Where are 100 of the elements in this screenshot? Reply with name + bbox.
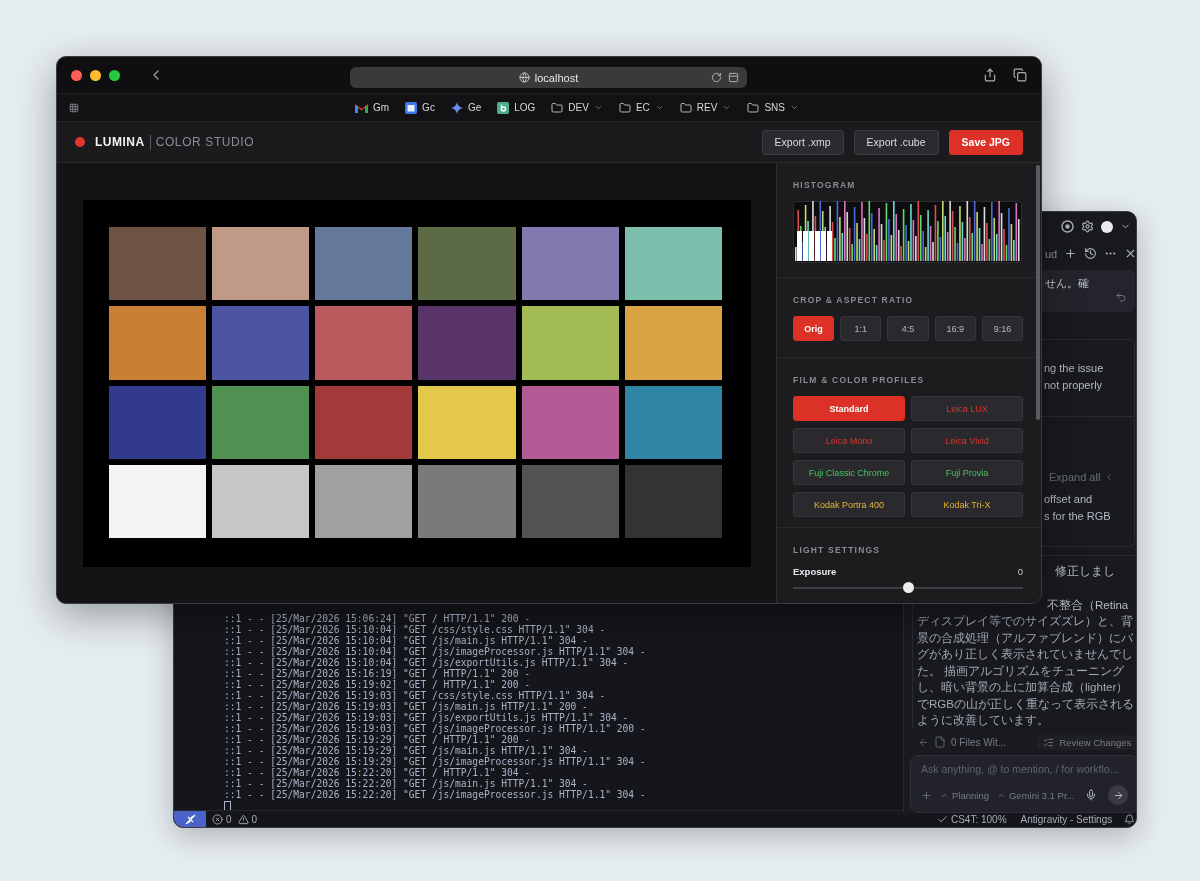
- back-arrow-icon[interactable]: [918, 736, 929, 748]
- scrollbar[interactable]: [1036, 165, 1040, 420]
- terminal-line: ::1 - - [25/Mar/2026 15:19:29] "GET /js/imageProcessor.js HTTP/1.1" 304 -: [224, 756, 646, 767]
- list-icon: [1043, 736, 1055, 748]
- chevron-down-icon: [722, 103, 732, 112]
- reader-icon[interactable]: [728, 72, 739, 83]
- close-window-button[interactable]: [71, 69, 82, 81]
- mode-selector[interactable]: Planning: [940, 789, 989, 801]
- model-selector[interactable]: Gemini 3.1 Pr...: [997, 789, 1075, 801]
- send-button[interactable]: [1108, 785, 1129, 805]
- terminal-line: ::1 - - [25/Mar/2026 15:19:29] "GET /js/main.js HTTP/1.1" 304 -: [224, 745, 588, 756]
- step-text: ng the issue: [1044, 362, 1104, 375]
- address-bar[interactable]: localhost: [350, 67, 747, 88]
- logo-dot: [75, 137, 85, 147]
- mail-icon: [355, 102, 368, 113]
- terminal-line: ::1 - - [25/Mar/2026 15:22:20] "GET /js/main.js HTTP/1.1" 304 -: [224, 778, 588, 789]
- folder-icon: [551, 101, 564, 114]
- brand-subtitle: COLOR STUDIO: [155, 135, 255, 149]
- settings-icon[interactable]: [1081, 220, 1095, 233]
- tab-title[interactable]: ud: [1045, 247, 1058, 260]
- summary-text: offset and: [1044, 493, 1093, 506]
- terminal-line: ::1 - - [25/Mar/2026 15:06:24] "GET / HTTP/1.1" 200 -: [224, 613, 531, 624]
- bell-icon[interactable]: [1124, 813, 1136, 825]
- terminal-line: ::1 - - [25/Mar/2026 15:22:20] "GET /js/imageProcessor.js HTTP/1.1" 304 -: [224, 789, 646, 800]
- reload-icon[interactable]: [711, 72, 722, 83]
- save-button[interactable]: Save JPG: [948, 129, 1023, 155]
- globe-icon: [518, 72, 530, 83]
- undo-icon[interactable]: [1115, 291, 1128, 303]
- plus-icon[interactable]: [1064, 247, 1078, 260]
- crop-option[interactable]: Orig: [793, 316, 835, 341]
- check-icon: [936, 813, 948, 825]
- terminal-line: ::1 - - [25/Mar/2026 15:22:20] "GET / HTTP/1.1" 304 -: [224, 767, 531, 778]
- history-icon[interactable]: [1084, 247, 1098, 260]
- remote-button[interactable]: [174, 811, 206, 827]
- terminal-line: ::1 - - [25/Mar/2026 15:19:03] "GET /css/style.css HTTP/1.1" 304 -: [224, 690, 606, 701]
- folder-icon: [618, 101, 631, 114]
- avatar[interactable]: [1101, 220, 1114, 233]
- terminal-line: ::1 - - [25/Mar/2026 15:10:04] "GET /css/style.css HTTP/1.1" 304 -: [224, 624, 606, 635]
- log-icon: [497, 101, 510, 114]
- expand-all-link[interactable]: Expand all: [1049, 471, 1115, 483]
- crop-option[interactable]: 4:5: [887, 316, 929, 341]
- step-text: not properly: [1044, 379, 1103, 392]
- crop-option[interactable]: 9:16: [981, 316, 1023, 341]
- folder-icon: [747, 101, 760, 114]
- bookmark[interactable]: EC: [618, 101, 664, 114]
- arrow-right-icon: [1112, 789, 1124, 801]
- settings-status[interactable]: Antigravity - Settings: [1020, 813, 1113, 825]
- terminal-line: ::1 - - [25/Mar/2026 15:19:03] "GET /js/main.js HTTP/1.1" 200 -: [224, 701, 588, 712]
- slider-label: Exposure: [793, 566, 837, 577]
- export-button[interactable]: Export .xmp: [761, 129, 844, 155]
- section-title: LIGHT SETTINGS: [793, 545, 882, 555]
- close-icon[interactable]: [1124, 247, 1136, 260]
- bookmark[interactable]: Ge: [450, 101, 482, 114]
- profile-option[interactable]: Kodak Tri-X: [911, 492, 1023, 517]
- calendar-icon: [405, 101, 418, 114]
- profile-option[interactable]: Standard: [793, 396, 905, 421]
- error-count[interactable]: 0: [226, 813, 232, 825]
- terminal-line: ::1 - - [25/Mar/2026 15:16:19] "GET / HTTP/1.1" 200 -: [224, 668, 531, 679]
- files-label[interactable]: 0 Files Wit...: [951, 736, 1006, 748]
- tabs-icon[interactable]: [1013, 68, 1027, 82]
- file-icon: [934, 736, 946, 748]
- remote-icon: [184, 813, 196, 825]
- reply-text: 不整合（Retina: [1047, 597, 1129, 613]
- profile-option[interactable]: Fuji Classic Chrome: [793, 460, 905, 485]
- mic-icon[interactable]: [1085, 789, 1098, 801]
- error-icon: [212, 813, 223, 825]
- bookmark[interactable]: REV: [679, 101, 732, 114]
- zoom-window-button[interactable]: [109, 69, 120, 81]
- reply-paragraph: ディスプレイ等でのサイズズレ）と、背 景の合成処理（アルファブレンド）にバ グがあり正しく表示されていませんでし た。 描画アルゴリズムをチューニング し、暗い背景の上に加算合成（lighter） でRGBの山が正しく重なって表示される ように改善しています。: [917, 614, 1134, 728]
- crop-option[interactable]: 16:9: [934, 316, 976, 341]
- terminal-line: ::1 - - [25/Mar/2026 15:10:04] "GET /js/exportUtils.js HTTP/1.1" 304 -: [224, 657, 629, 668]
- export-button[interactable]: Export .cube: [853, 129, 939, 155]
- brand-name: LUMINA: [95, 135, 145, 149]
- profile-option[interactable]: Kodak Portra 400: [793, 492, 905, 517]
- warning-count[interactable]: 0: [251, 813, 258, 825]
- chevron-down-icon: [789, 103, 799, 112]
- share-icon[interactable]: [983, 68, 997, 82]
- summary-text: s for the RGB: [1044, 510, 1111, 523]
- minimize-window-button[interactable]: [90, 69, 101, 81]
- terminal-line: ::1 - - [25/Mar/2026 15:10:04] "GET /js/main.js HTTP/1.1" 304 -: [224, 635, 588, 646]
- bookmark[interactable]: Gc: [405, 101, 435, 114]
- reply-text: 修正しまし: [1055, 564, 1115, 579]
- chat-input[interactable]: Ask anything, @ to mention, / for workflo... Planning Gemini 3.1 Pr...: [910, 755, 1136, 813]
- bookmark[interactable]: DEV: [551, 101, 603, 114]
- profile-option[interactable]: Fuji Provia: [911, 460, 1023, 485]
- bookmark[interactable]: Gm: [355, 102, 390, 113]
- prompt-field[interactable]: Ask anything, @ to mention, / for workflo...: [921, 763, 1129, 775]
- terminal-line: ::1 - - [25/Mar/2026 15:19:02] "GET / HTTP/1.1" 200 -: [224, 679, 531, 690]
- terminal-line: ::1 - - [25/Mar/2026 15:19:29] "GET / HTTP/1.1" 200 -: [224, 734, 531, 745]
- crop-option[interactable]: 1:1: [840, 316, 882, 341]
- sparkle-icon: [450, 101, 463, 114]
- coverage-status[interactable]: CS4T: 100%: [950, 813, 1007, 825]
- apps-grid-icon[interactable]: [69, 102, 79, 113]
- terminal-line: ::1 - - [25/Mar/2026 15:10:04] "GET /js/imageProcessor.js HTTP/1.1" 304 -: [224, 646, 646, 657]
- review-changes-button[interactable]: Review Changes: [1037, 734, 1136, 750]
- bookmark[interactable]: LOG: [497, 101, 536, 114]
- bookmark[interactable]: SNS: [747, 101, 799, 114]
- slider-thumb[interactable]: [902, 582, 914, 593]
- browser-icon[interactable]: [1061, 220, 1075, 233]
- terminal-line: ::1 - - [25/Mar/2026 15:19:03] "GET /js/imageProcessor.js HTTP/1.1" 200 -: [224, 723, 646, 734]
